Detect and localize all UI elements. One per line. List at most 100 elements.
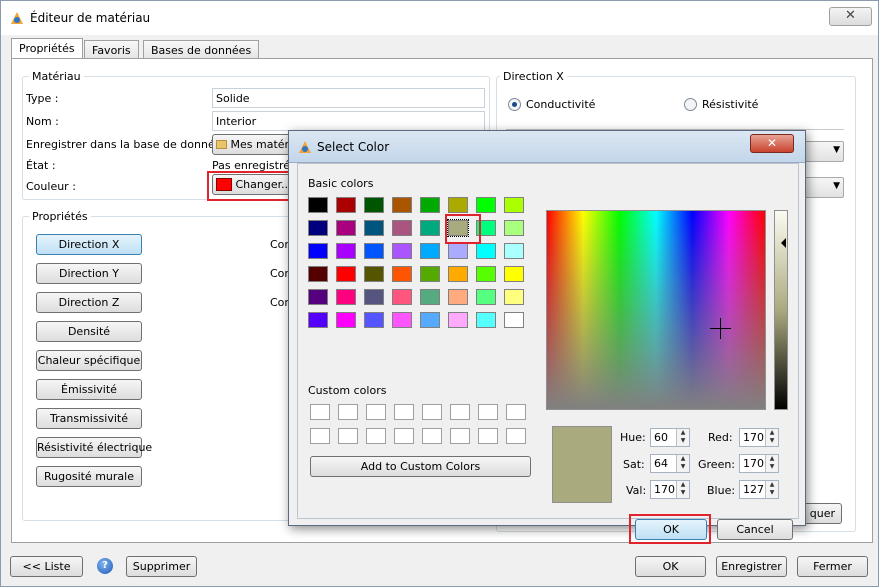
add-custom-colors-button[interactable]: Add to Custom Colors bbox=[310, 456, 531, 477]
help-icon[interactable]: ? bbox=[97, 558, 113, 574]
name-field[interactable]: Interior bbox=[212, 111, 485, 131]
custom-color-swatch[interactable] bbox=[478, 404, 498, 420]
spin-arrows-icon[interactable]: ▲ ▼ bbox=[765, 429, 778, 446]
basic-color-swatch[interactable] bbox=[420, 312, 440, 328]
spin-arrows-icon[interactable]: ▲ ▼ bbox=[765, 455, 778, 472]
basic-color-swatch[interactable] bbox=[392, 197, 412, 213]
density-button[interactable]: Densité bbox=[36, 321, 142, 342]
ok-button[interactable]: OK bbox=[635, 556, 706, 577]
basic-color-swatch[interactable] bbox=[392, 312, 412, 328]
basic-color-swatch[interactable] bbox=[476, 266, 496, 282]
dialog-cancel-button[interactable]: Cancel bbox=[717, 519, 793, 540]
tab-favoris[interactable]: Favoris bbox=[84, 40, 139, 59]
custom-color-swatch[interactable] bbox=[394, 404, 414, 420]
wall-roughness-button[interactable]: Rugosité murale bbox=[36, 466, 142, 487]
spin-arrows-icon[interactable]: ▲ ▼ bbox=[676, 481, 689, 498]
spin-arrows-icon[interactable]: ▲ ▼ bbox=[676, 429, 689, 446]
basic-color-swatch[interactable] bbox=[392, 266, 412, 282]
basic-color-swatch[interactable] bbox=[504, 243, 524, 259]
basic-color-swatch[interactable] bbox=[504, 289, 524, 305]
specific-heat-button[interactable]: Chaleur spécifique bbox=[36, 350, 142, 371]
basic-color-swatch[interactable] bbox=[308, 266, 328, 282]
basic-color-swatch[interactable] bbox=[420, 197, 440, 213]
basic-color-swatch[interactable] bbox=[336, 312, 356, 328]
basic-color-swatch[interactable] bbox=[448, 243, 468, 259]
basic-color-swatch[interactable] bbox=[476, 243, 496, 259]
basic-color-swatch[interactable] bbox=[364, 197, 384, 213]
custom-color-swatch[interactable] bbox=[366, 428, 386, 444]
red-spinbox[interactable]: 170 ▲ ▼ bbox=[739, 428, 779, 447]
color-spectrum[interactable] bbox=[546, 210, 766, 410]
custom-color-swatch[interactable] bbox=[310, 428, 330, 444]
basic-color-swatch[interactable] bbox=[308, 243, 328, 259]
transmissivity-button[interactable]: Transmissivité bbox=[36, 408, 142, 429]
save-button[interactable]: Enregistrer bbox=[716, 556, 787, 577]
basic-color-swatch[interactable] bbox=[392, 289, 412, 305]
basic-color-swatch[interactable] bbox=[364, 220, 384, 236]
custom-color-swatch[interactable] bbox=[450, 428, 470, 444]
basic-color-swatch[interactable] bbox=[392, 243, 412, 259]
direction-x-button[interactable]: Direction X bbox=[36, 234, 142, 255]
basic-color-swatch[interactable] bbox=[448, 312, 468, 328]
custom-color-swatch[interactable] bbox=[366, 404, 386, 420]
basic-color-swatch[interactable] bbox=[308, 197, 328, 213]
direction-y-button[interactable]: Direction Y bbox=[36, 263, 142, 284]
basic-color-swatch[interactable] bbox=[504, 197, 524, 213]
window-close-button[interactable]: ✕ bbox=[829, 7, 872, 26]
dialog-close-button[interactable]: ✕ bbox=[750, 134, 794, 153]
tab-bases-de-donnees[interactable]: Bases de données bbox=[143, 40, 260, 59]
direction-z-button[interactable]: Direction Z bbox=[36, 292, 142, 313]
basic-color-swatch[interactable] bbox=[420, 266, 440, 282]
basic-color-swatch[interactable] bbox=[448, 266, 468, 282]
spin-arrows-icon[interactable]: ▲ ▼ bbox=[676, 455, 689, 472]
database-select-button[interactable]: Mes matéri bbox=[212, 134, 292, 155]
basic-color-swatch[interactable] bbox=[364, 266, 384, 282]
delete-button[interactable]: Supprimer bbox=[126, 556, 197, 577]
basic-color-swatch[interactable] bbox=[504, 266, 524, 282]
basic-color-swatch[interactable] bbox=[420, 220, 440, 236]
basic-color-swatch[interactable] bbox=[504, 220, 524, 236]
custom-color-swatch[interactable] bbox=[422, 428, 442, 444]
sat-spinbox[interactable]: 64 ▲ ▼ bbox=[650, 454, 690, 473]
custom-color-swatch[interactable] bbox=[506, 404, 526, 420]
basic-color-swatch[interactable] bbox=[308, 289, 328, 305]
val-spinbox[interactable]: 170 ▲ ▼ bbox=[650, 480, 690, 499]
custom-color-swatch[interactable] bbox=[450, 404, 470, 420]
basic-color-swatch[interactable] bbox=[336, 220, 356, 236]
hue-spinbox[interactable]: 60 ▲ ▼ bbox=[650, 428, 690, 447]
list-button[interactable]: << Liste bbox=[10, 556, 83, 577]
conductivity-radio[interactable] bbox=[508, 98, 521, 111]
type-field[interactable]: Solide bbox=[212, 88, 485, 108]
basic-color-swatch[interactable] bbox=[476, 312, 496, 328]
basic-color-swatch[interactable] bbox=[336, 266, 356, 282]
basic-color-swatch[interactable] bbox=[448, 197, 468, 213]
spin-arrows-icon[interactable]: ▲ ▼ bbox=[765, 481, 778, 498]
custom-color-swatch[interactable] bbox=[478, 428, 498, 444]
custom-color-swatch[interactable] bbox=[338, 428, 358, 444]
basic-color-swatch[interactable] bbox=[392, 220, 412, 236]
basic-color-swatch[interactable] bbox=[364, 243, 384, 259]
basic-color-swatch[interactable] bbox=[336, 197, 356, 213]
custom-color-swatch[interactable] bbox=[338, 404, 358, 420]
basic-color-swatch[interactable] bbox=[420, 289, 440, 305]
basic-color-swatch[interactable] bbox=[336, 243, 356, 259]
blue-spinbox[interactable]: 127 ▲ ▼ bbox=[739, 480, 779, 499]
basic-color-swatch[interactable] bbox=[504, 312, 524, 328]
green-spinbox[interactable]: 170 ▲ ▼ bbox=[739, 454, 779, 473]
custom-color-swatch[interactable] bbox=[506, 428, 526, 444]
emissivity-button[interactable]: Émissivité bbox=[36, 379, 142, 400]
close-button[interactable]: Fermer bbox=[797, 556, 868, 577]
basic-color-swatch[interactable] bbox=[336, 289, 356, 305]
basic-color-swatch[interactable] bbox=[448, 289, 468, 305]
resistivity-radio[interactable] bbox=[684, 98, 697, 111]
electrical-resistivity-button[interactable]: Résistivité électrique bbox=[36, 437, 152, 458]
basic-color-swatch[interactable] bbox=[476, 197, 496, 213]
custom-color-swatch[interactable] bbox=[310, 404, 330, 420]
custom-color-swatch[interactable] bbox=[394, 428, 414, 444]
basic-color-swatch[interactable] bbox=[476, 289, 496, 305]
basic-color-swatch[interactable] bbox=[308, 220, 328, 236]
basic-color-swatch[interactable] bbox=[364, 312, 384, 328]
basic-color-swatch[interactable] bbox=[420, 243, 440, 259]
basic-color-swatch[interactable] bbox=[308, 312, 328, 328]
tab-proprietes[interactable]: Propriétés bbox=[11, 38, 83, 60]
